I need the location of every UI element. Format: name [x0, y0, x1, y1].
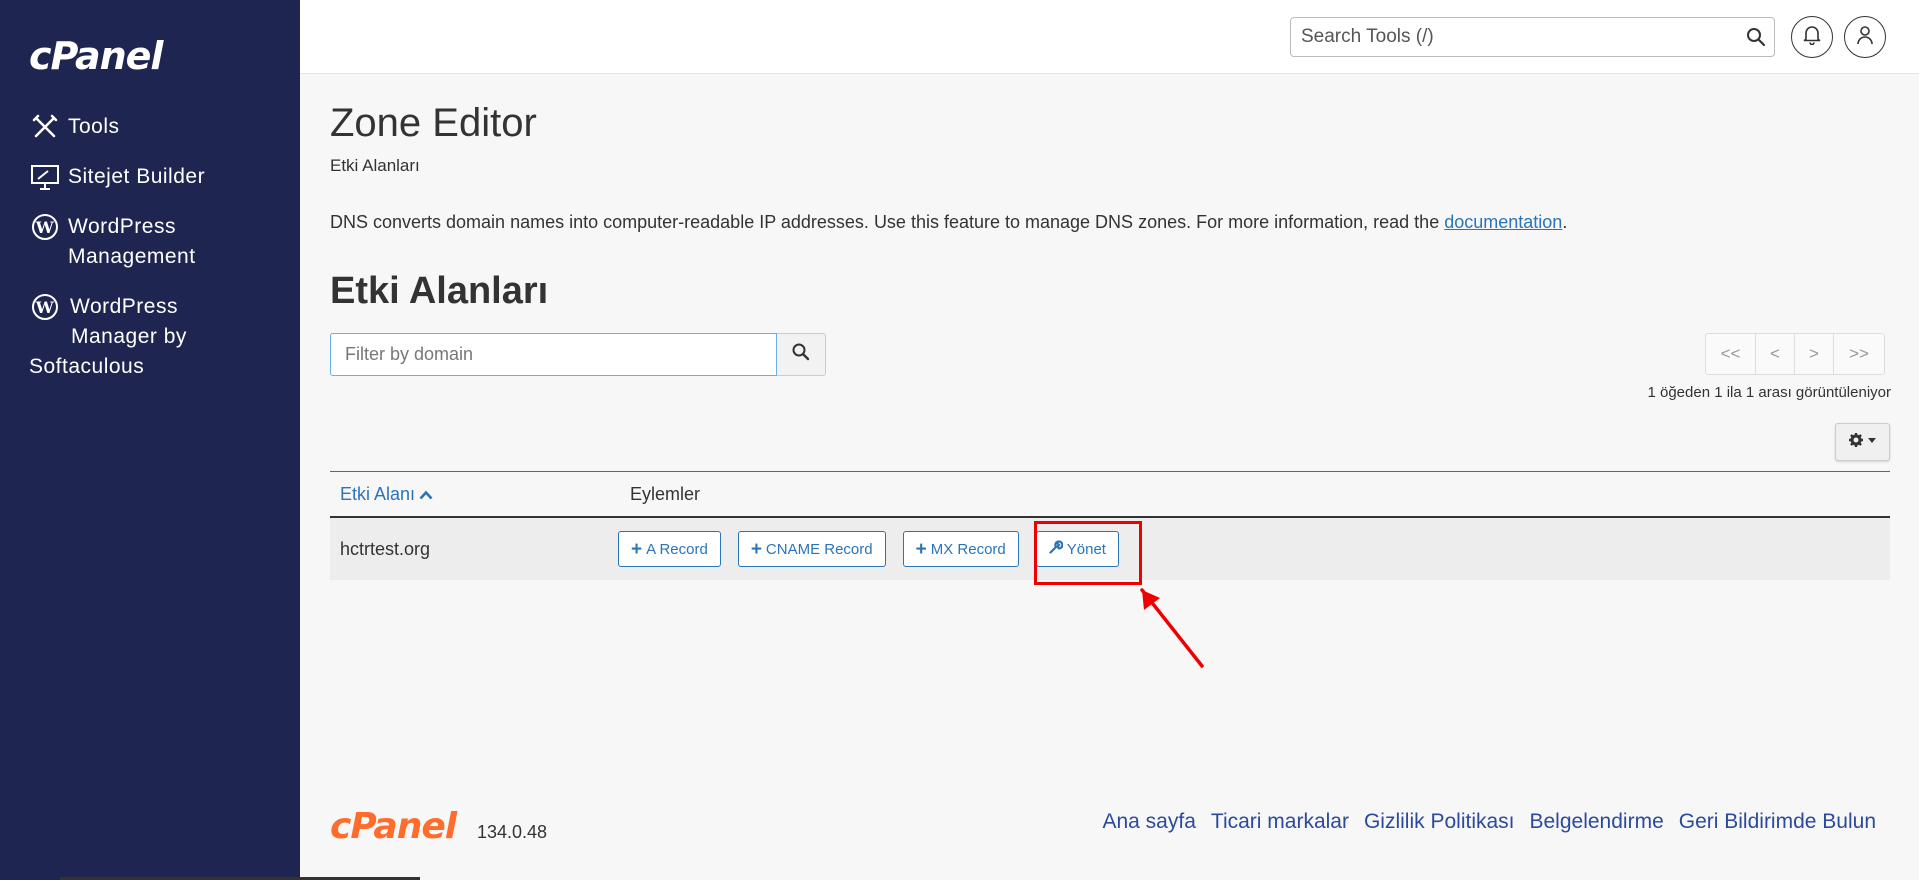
- top-bar: [300, 0, 1919, 74]
- last-page-button[interactable]: >>: [1833, 333, 1885, 375]
- actions-column-header: Eylemler: [630, 483, 701, 504]
- settings-dropdown-button[interactable]: [1835, 423, 1890, 461]
- sidebar-item-wordpress-softaculous[interactable]: W WordPress Manager by Softaculous: [29, 292, 289, 382]
- add-cname-record-button[interactable]: + CNAME Record: [737, 531, 886, 567]
- filter-domain-input[interactable]: [330, 333, 777, 376]
- section-title: Etki Alanları: [330, 270, 549, 312]
- wordpress-icon: W: [29, 212, 61, 242]
- domain-filter: [330, 333, 826, 376]
- table-header: Etki Alanı Eylemler: [330, 471, 1890, 518]
- sidebar-item-label: Tools: [68, 115, 120, 138]
- add-mx-record-button[interactable]: + MX Record: [902, 531, 1019, 567]
- next-page-button[interactable]: >: [1794, 333, 1834, 375]
- svg-text:W: W: [35, 218, 55, 237]
- chevron-up-icon: [419, 484, 433, 505]
- pagination: << < > >>: [1705, 333, 1885, 375]
- search-tools-input[interactable]: [1291, 18, 1721, 56]
- sitejet-icon: [29, 162, 61, 192]
- plus-icon: +: [750, 538, 762, 560]
- first-page-button[interactable]: <<: [1705, 333, 1756, 375]
- footer-link-feedback[interactable]: Geri Bildirimde Bulun: [1679, 810, 1876, 834]
- domain-cell: hctrtest.org: [340, 538, 431, 559]
- annotation-arrow: [1130, 580, 1210, 675]
- footer-link-privacy[interactable]: Gizlilik Politikası: [1364, 810, 1515, 834]
- notifications-button[interactable]: [1791, 16, 1833, 58]
- page-title: Zone Editor: [330, 101, 537, 145]
- user-icon: [1856, 25, 1874, 50]
- footer-link-home[interactable]: Ana sayfa: [1102, 810, 1195, 834]
- cpanel-logo[interactable]: cPanel: [29, 34, 163, 78]
- plus-icon: +: [631, 538, 643, 560]
- footer-cpanel-logo[interactable]: cPanel: [330, 806, 457, 847]
- bell-icon: [1803, 25, 1821, 50]
- sidebar: cPanel Tools Sitejet Builder W WordPress…: [0, 0, 300, 880]
- sidebar-item-label: WordPress: [70, 295, 178, 318]
- footer-link-trademarks[interactable]: Ticari markalar: [1211, 810, 1349, 834]
- sidebar-item-tools[interactable]: Tools: [29, 112, 289, 142]
- sidebar-item-label: Softaculous: [29, 355, 145, 378]
- sidebar-item-label: Management: [68, 245, 196, 268]
- sort-by-domain-header[interactable]: Etki Alanı: [330, 484, 630, 505]
- gear-icon: [1848, 432, 1878, 453]
- sidebar-item-wordpress-management[interactable]: W WordPress Management: [29, 212, 289, 272]
- filter-search-button[interactable]: [777, 333, 826, 376]
- results-count: 1 öğeden 1 ila 1 arası görüntüleniyor: [1647, 384, 1891, 401]
- plus-icon: +: [915, 538, 927, 560]
- highlight-box: [1034, 521, 1142, 585]
- sidebar-item-label: Sitejet Builder: [68, 165, 206, 188]
- search-tools-box: [1290, 17, 1775, 57]
- tools-icon: [29, 112, 61, 142]
- sidebar-item-label: WordPress: [68, 215, 176, 238]
- sidebar-item-label: Manager by: [71, 325, 187, 348]
- footer-links: Ana sayfa Ticari markalar Gizlilik Polit…: [1087, 810, 1876, 834]
- footer-link-documentation[interactable]: Belgelendirme: [1530, 810, 1664, 834]
- wordpress-icon: W: [29, 292, 61, 322]
- search-icon: [792, 343, 810, 366]
- sidebar-nav: Tools Sitejet Builder W WordPress Manage…: [29, 112, 289, 402]
- documentation-link[interactable]: documentation: [1444, 212, 1562, 232]
- user-menu-button[interactable]: [1844, 16, 1886, 58]
- page-subtitle: Etki Alanları: [330, 156, 420, 175]
- add-a-record-button[interactable]: + A Record: [618, 531, 721, 567]
- prev-page-button[interactable]: <: [1755, 333, 1795, 375]
- version-label: 134.0.48: [477, 822, 548, 842]
- svg-text:W: W: [35, 298, 55, 317]
- sidebar-item-sitejet[interactable]: Sitejet Builder: [29, 162, 289, 192]
- page-description: DNS converts domain names into computer-…: [330, 212, 1568, 232]
- search-icon[interactable]: [1746, 27, 1766, 52]
